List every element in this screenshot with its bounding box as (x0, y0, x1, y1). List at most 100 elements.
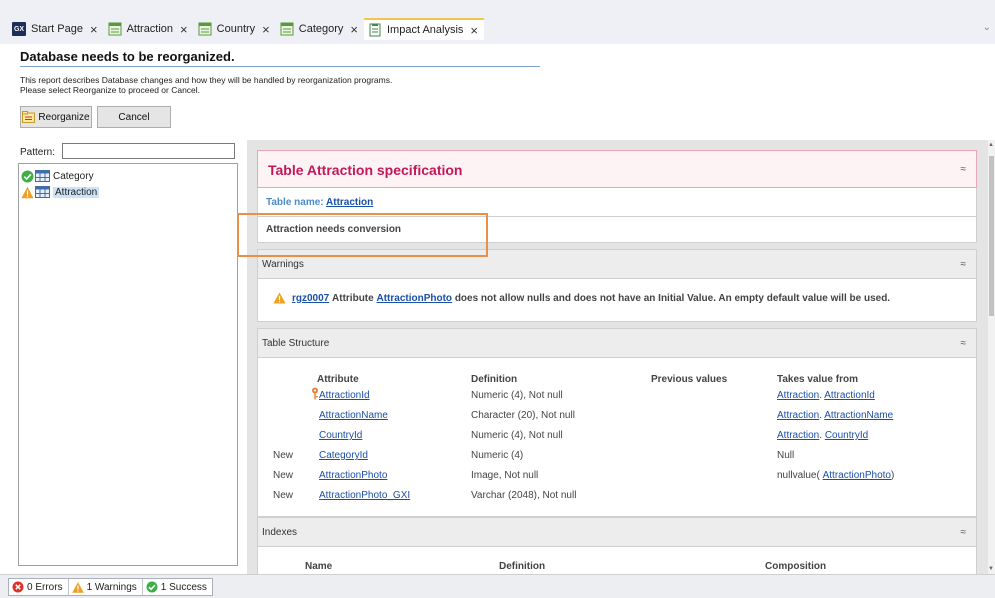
reorganize-label: Reorganize (38, 111, 90, 123)
tree-item-label: Attraction (53, 186, 100, 198)
description-line: This report describes Database changes a… (20, 75, 393, 85)
column-header-previous-values: Previous values (651, 374, 728, 385)
source-attribute-link[interactable]: CountryId (825, 430, 868, 441)
collapse-icon[interactable]: ≈ (961, 164, 967, 175)
section-title: Indexes (262, 527, 298, 538)
table-structure-section-header[interactable]: Table Structure ≈ (257, 328, 977, 358)
success-check-icon (21, 170, 34, 183)
column-header-definition: Definition (499, 561, 546, 572)
collapse-icon[interactable]: ≈ (961, 527, 967, 538)
impact-analysis-icon (368, 23, 382, 37)
source-table-link[interactable]: Attraction (777, 430, 819, 441)
indexes-section-body: Name Definition Composition (257, 547, 977, 574)
impact-report-pane[interactable]: Table Attraction specification ≈ Table n… (247, 140, 988, 574)
tab-label: Impact Analysis (387, 24, 464, 36)
function-arg-link[interactable]: AttractionPhoto (823, 470, 891, 481)
tab-label: Country (216, 23, 256, 35)
takes-value-from: Null (777, 450, 795, 461)
section-title: Warnings (262, 259, 304, 270)
tree-item-category[interactable]: Category (21, 169, 94, 183)
close-icon[interactable]: × (262, 23, 270, 36)
attribute-definition: Numeric (4), Not null (471, 430, 563, 441)
success-check-icon (146, 581, 158, 593)
spec-title: Table Attraction specification (268, 162, 463, 178)
table-name-label: Table name: (266, 197, 324, 208)
collapse-icon[interactable]: ≈ (961, 259, 967, 270)
takes-value-from: Attraction. CountryId (777, 430, 868, 441)
chevron-down-icon[interactable]: ⌄ (983, 22, 991, 33)
tab-label: Category (298, 23, 344, 35)
errors-count: 0 Errors (27, 581, 63, 593)
tab-impact-analysis[interactable]: Impact Analysis × (364, 18, 485, 40)
tab-category[interactable]: Category × (276, 18, 364, 40)
attribute-definition: Character (20), Not null (471, 410, 575, 421)
tab-label: Start Page (31, 23, 83, 35)
report-description: This report describes Database changes a… (20, 75, 392, 95)
warning-icon (71, 581, 84, 593)
table-name-link[interactable]: Attraction (326, 197, 373, 208)
attribute-definition: Numeric (4) (471, 450, 524, 461)
column-header-attribute: Attribute (317, 374, 359, 385)
warnings-count: 1 Warnings (86, 581, 137, 593)
scroll-down-arrow-icon[interactable]: ▼ (988, 566, 994, 572)
warning-icon (273, 292, 286, 304)
conversion-highlight-box (237, 213, 488, 257)
tab-attraction[interactable]: Attraction × (104, 18, 194, 40)
source-attribute-link[interactable]: AttractionName (824, 410, 893, 421)
report-scrollbar[interactable]: ▲ ▼ (988, 140, 995, 574)
attribute-link[interactable]: AttractionPhoto (319, 470, 387, 481)
success-filter[interactable]: 1 Success (143, 579, 212, 595)
tab-bar: GX Start Page × Attraction × Country × C… (8, 18, 485, 40)
close-icon[interactable]: × (90, 23, 98, 36)
function-close: ) (890, 470, 895, 481)
close-icon[interactable]: × (350, 23, 358, 36)
warnings-section-body: rgz0007 Attribute AttractionPhoto does n… (257, 279, 977, 322)
indexes-section-header[interactable]: Indexes ≈ (257, 517, 977, 547)
primary-key-icon (311, 387, 319, 403)
warning-attribute-link[interactable]: AttractionPhoto (376, 293, 452, 304)
row-status: New (273, 490, 294, 501)
close-icon[interactable]: × (180, 23, 188, 36)
attribute-link[interactable]: AttractionPhoto_GXI (319, 490, 410, 501)
attribute-link[interactable]: AttractionId (319, 390, 370, 401)
table-structure-body: Attribute Definition Previous values Tak… (257, 358, 977, 517)
pattern-input[interactable] (62, 143, 235, 159)
description-line: Please select Reorganize to proceed or C… (20, 85, 201, 95)
page-title: Database needs to be reorganized. (20, 49, 235, 64)
warning-prefix: Attribute (332, 292, 374, 304)
attribute-definition: Image, Not null (471, 470, 539, 481)
status-bar: 0 Errors 1 Warnings 1 Success (0, 574, 995, 598)
tree-item-label: Category (53, 170, 94, 182)
transaction-icon (280, 22, 294, 36)
column-header-name: Name (305, 561, 333, 572)
errors-filter[interactable]: 0 Errors (9, 579, 69, 595)
warning-icon (21, 186, 34, 199)
warning-code-link[interactable]: rgz0007 (292, 293, 329, 304)
reorganize-button[interactable]: Reorganize (20, 106, 92, 128)
object-tree[interactable]: Category Attraction (18, 163, 238, 566)
cancel-button[interactable]: Cancel (97, 106, 171, 128)
spec-header: Table Attraction specification ≈ (257, 150, 977, 188)
attribute-link[interactable]: AttractionName (319, 410, 388, 421)
takes-value-from: Attraction. AttractionId (777, 390, 875, 401)
scroll-up-arrow-icon[interactable]: ▲ (988, 142, 994, 148)
section-title: Table Structure (262, 338, 330, 349)
transaction-icon (198, 22, 212, 36)
title-divider (20, 66, 540, 67)
close-icon[interactable]: × (470, 24, 478, 37)
reorganize-icon (22, 111, 36, 123)
collapse-icon[interactable]: ≈ (961, 338, 967, 349)
source-attribute-link[interactable]: AttractionId (824, 390, 875, 401)
tab-start-page[interactable]: GX Start Page × (8, 18, 104, 40)
tree-item-attraction[interactable]: Attraction (21, 185, 100, 199)
gx-logo-icon: GX (12, 22, 26, 36)
tab-country[interactable]: Country × (194, 18, 276, 40)
warnings-filter[interactable]: 1 Warnings (69, 579, 143, 595)
attribute-link[interactable]: CountryId (319, 430, 362, 441)
row-status: New (273, 470, 294, 481)
attribute-link[interactable]: CategoryId (319, 450, 368, 461)
scrollbar-thumb[interactable] (989, 156, 994, 316)
tab-label: Attraction (126, 23, 174, 35)
source-table-link[interactable]: Attraction (777, 390, 819, 401)
source-table-link[interactable]: Attraction (777, 410, 819, 421)
